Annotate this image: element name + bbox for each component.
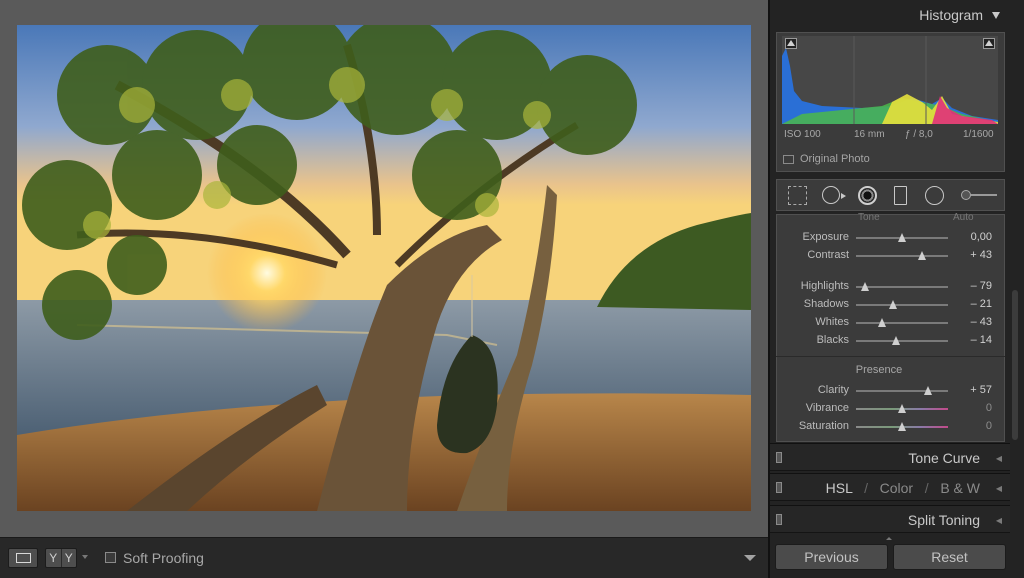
tab-hsl[interactable]: HSL: [826, 480, 853, 496]
highlight-clipping-icon[interactable]: [983, 38, 995, 49]
collapse-triangle-icon[interactable]: [992, 12, 1000, 19]
slider-row-vibrance[interactable]: Vibrance 0: [776, 401, 1005, 417]
image-canvas: [0, 0, 768, 537]
slider-handle[interactable]: [888, 300, 897, 309]
hsl-toggle-switch[interactable]: [776, 482, 782, 493]
hsl-tabs: HSL / Color / B & W: [826, 480, 980, 496]
slider-row-clarity[interactable]: Clarity + 57: [776, 383, 1005, 399]
soft-proofing-label: Soft Proofing: [123, 550, 204, 566]
previous-button[interactable]: Previous: [775, 544, 888, 570]
slider-value[interactable]: – 14: [971, 334, 992, 346]
photo-image: [17, 25, 751, 511]
tone-curve-toggle-switch[interactable]: [776, 452, 782, 463]
before-after-right: Y: [64, 551, 73, 565]
loupe-view-button[interactable]: [8, 548, 38, 568]
slider-label: Whites: [815, 316, 849, 328]
red-eye-correction-icon[interactable]: [858, 186, 877, 205]
slider-label: Highlights: [800, 280, 849, 292]
crop-overlay-icon[interactable]: [788, 186, 807, 205]
histogram-graph[interactable]: [782, 36, 998, 124]
adjustment-brush-icon[interactable]: [961, 190, 997, 200]
split-toning-title: Split Toning: [907, 512, 980, 528]
tab-separator: /: [864, 480, 868, 496]
slider-track[interactable]: [856, 322, 948, 324]
tab-bw[interactable]: B & W: [940, 480, 980, 496]
presence-section-title: Presence: [855, 364, 903, 376]
hsl-panel-header[interactable]: HSL / Color / B & W ◀: [770, 473, 1010, 501]
exif-iso: ISO 100: [784, 129, 821, 140]
slider-track[interactable]: [856, 286, 948, 288]
slider-label: Exposure: [802, 231, 849, 243]
slider-label: Clarity: [817, 384, 849, 396]
slider-handle[interactable]: [891, 336, 900, 345]
spot-removal-arrow-icon: [841, 193, 846, 199]
slider-handle[interactable]: [898, 233, 906, 242]
slider-label: Shadows: [803, 298, 849, 310]
slider-handle[interactable]: [918, 251, 927, 260]
slider-row-contrast[interactable]: Contrast + 43: [776, 248, 1005, 264]
slider-handle[interactable]: [898, 404, 906, 413]
tone-section-label: Tone: [858, 212, 880, 223]
slider-row-saturation[interactable]: Saturation 0: [776, 419, 1005, 435]
slider-track[interactable]: [856, 304, 948, 306]
collapse-dots-icon: ◀: [995, 516, 1002, 525]
slider-label: Contrast: [807, 249, 849, 261]
exif-shutter-speed: 1/1600: [963, 129, 994, 140]
slider-value[interactable]: + 57: [970, 384, 992, 396]
tab-color[interactable]: Color: [880, 480, 913, 496]
exif-aperture: ƒ / 8,0: [905, 129, 933, 140]
split-toning-panel-header[interactable]: Split Toning ◀: [770, 505, 1010, 533]
slider-handle[interactable]: [861, 282, 870, 291]
slider-handle[interactable]: [923, 386, 932, 395]
panel-scrollbar[interactable]: [1012, 290, 1018, 440]
slider-label: Vibrance: [805, 402, 849, 414]
histogram-header[interactable]: Histogram: [770, 0, 1010, 30]
slider-label: Blacks: [816, 334, 849, 346]
auto-tone-button[interactable]: Auto: [953, 212, 974, 223]
before-after-button[interactable]: Y Y: [45, 548, 77, 568]
toolbar-options-chevron-icon[interactable]: [744, 555, 756, 561]
slider-handle[interactable]: [898, 422, 906, 431]
slider-value[interactable]: – 79: [971, 280, 992, 292]
slider-value[interactable]: + 43: [970, 249, 992, 261]
slider-track[interactable]: [856, 390, 948, 392]
collapse-dots-icon: ◀: [995, 454, 1002, 463]
slider-row-whites[interactable]: Whites – 43: [776, 315, 1005, 331]
original-photo-checkbox[interactable]: [783, 155, 794, 164]
slider-value[interactable]: – 21: [971, 298, 992, 310]
action-button-row: Previous Reset: [770, 539, 1018, 578]
photo-preview[interactable]: [17, 25, 751, 511]
slider-value[interactable]: 0: [986, 402, 992, 414]
original-photo-label: Original Photo: [800, 153, 870, 165]
slider-row-exposure[interactable]: Exposure 0,00: [776, 230, 1005, 246]
slider-row-highlights[interactable]: Highlights – 79: [776, 279, 1005, 295]
loupe-view-icon: [16, 553, 31, 563]
shadow-clipping-icon[interactable]: [785, 38, 797, 49]
before-after-dropdown-icon[interactable]: [82, 555, 88, 559]
slider-label: Saturation: [798, 420, 849, 432]
exif-focal-length: 16 mm: [854, 129, 885, 140]
section-divider: [776, 356, 1005, 357]
radial-filter-icon[interactable]: [925, 186, 944, 205]
collapse-dots-icon: ◀: [995, 484, 1002, 493]
histogram-title: Histogram: [919, 7, 983, 23]
tone-curve-panel-header[interactable]: Tone Curve ◀: [770, 443, 1010, 471]
tone-curve-title: Tone Curve: [908, 450, 980, 466]
slider-value[interactable]: 0: [986, 420, 992, 432]
graduated-filter-icon[interactable]: [894, 186, 907, 205]
spot-removal-icon[interactable]: [822, 186, 840, 204]
tab-separator: /: [924, 480, 929, 496]
slider-row-shadows[interactable]: Shadows – 21: [776, 297, 1005, 313]
reset-button[interactable]: Reset: [893, 544, 1006, 570]
slider-handle[interactable]: [877, 318, 886, 327]
slider-track[interactable]: [856, 340, 948, 342]
slider-track[interactable]: [856, 255, 948, 257]
before-after-left: Y: [46, 549, 62, 567]
split-toning-toggle-switch[interactable]: [776, 514, 782, 525]
slider-row-blacks[interactable]: Blacks – 14: [776, 333, 1005, 349]
slider-value[interactable]: 0,00: [971, 231, 992, 243]
slider-value[interactable]: – 43: [971, 316, 992, 328]
soft-proofing-checkbox[interactable]: [105, 552, 116, 563]
